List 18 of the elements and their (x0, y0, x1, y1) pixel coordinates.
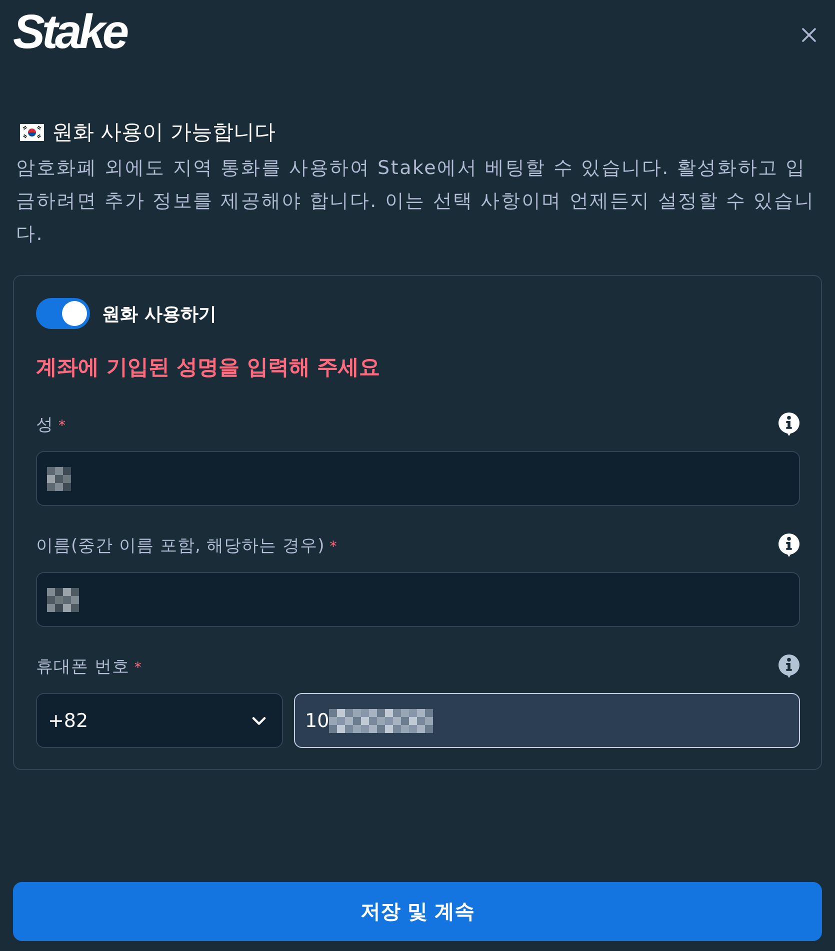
phone-input-field[interactable]: 10 (294, 693, 800, 748)
info-icon[interactable] (778, 654, 800, 678)
notice-title: 원화 사용이 가능합니다 (52, 119, 276, 146)
toggle-label: 원화 사용하기 (102, 302, 216, 326)
save-continue-button[interactable]: 저장 및 계속 (13, 882, 822, 941)
country-code-select[interactable]: +82 (36, 693, 283, 748)
info-icon[interactable] (778, 533, 800, 557)
info-icon[interactable] (778, 412, 800, 436)
logo: Stake (13, 9, 126, 57)
toggle-switch[interactable] (36, 298, 90, 329)
error-message: 계좌에 기입된 성명을 입력해 주세요 (36, 354, 382, 380)
text-input-field[interactable] (36, 572, 800, 627)
south-korea-flag-icon (20, 124, 44, 140)
field-label: 이름(중간 이름 포함, 해당하는 경우) * (36, 534, 338, 556)
field-label: 성 * (36, 414, 66, 436)
text-input-field[interactable] (36, 451, 800, 506)
field-label: 휴대폰 번호 * (36, 656, 142, 678)
notice-description: 암호화폐 외에도 지역 통화를 사용하여 Stake에서 베팅할 수 있습니다. 활성화하고 입금하려면 추가 정보를 제공해야 합니다. 이는 선택 사항이며 언제든지 설정할 수 있습니다. (15, 156, 816, 247)
